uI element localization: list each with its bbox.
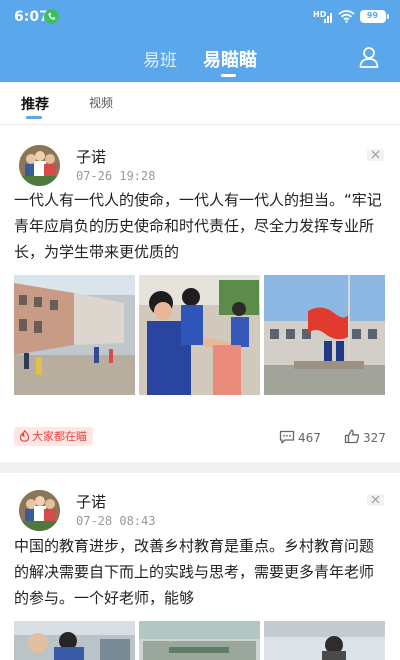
post-time: 07-28 08:43	[76, 514, 156, 528]
post-photo[interactable]	[139, 275, 260, 395]
avatar[interactable]	[19, 145, 60, 186]
wifi-icon	[338, 10, 355, 23]
post-text[interactable]: 中国的教育进步，改善乡村教育是重点。乡村教育问题的解决需要自下而上的实践与思考，…	[14, 533, 388, 611]
tab-recommended[interactable]: 推荐	[21, 94, 49, 114]
post-author[interactable]: 子诺	[76, 146, 106, 167]
close-icon[interactable]	[367, 494, 384, 506]
post-author[interactable]: 子诺	[76, 491, 106, 512]
battery-icon: 99	[360, 10, 389, 23]
tab-yimiaomiao[interactable]: 易瞄瞄	[203, 46, 257, 72]
fire-icon	[19, 430, 30, 442]
user-icon[interactable]	[359, 46, 379, 68]
close-icon[interactable]	[367, 149, 384, 161]
active-subtab-indicator	[26, 116, 42, 119]
trending-badge[interactable]: 大家都在瞄	[14, 427, 93, 446]
post-photo[interactable]	[139, 621, 260, 660]
phone-icon	[44, 9, 59, 24]
post-photo[interactable]	[14, 621, 135, 660]
comment-icon[interactable]	[279, 430, 295, 444]
post-photo[interactable]	[264, 275, 385, 395]
feed-post[interactable]: 子诺 07-28 08:43 中国的教育进步，改善乡村教育是重点。乡村教育问题的…	[0, 473, 400, 660]
avatar[interactable]	[19, 490, 60, 531]
tab-video[interactable]: 视频	[89, 94, 113, 111]
post-separator	[0, 462, 400, 473]
like-count: 327	[363, 431, 386, 445]
trending-label: 大家都在瞄	[32, 430, 87, 443]
tab-yiban[interactable]: 易班	[143, 46, 177, 71]
status-bar: 6:07 HD 99	[0, 0, 400, 34]
post-photo[interactable]	[264, 621, 385, 660]
post-photo[interactable]	[14, 275, 135, 395]
sub-tab-bar: 推荐 视频	[0, 82, 400, 124]
feed-post[interactable]: 子诺 07-26 19:28 一代人有一代人的使命，一代人有一代人的担当。“牢记…	[0, 125, 400, 462]
post-text[interactable]: 一代人有一代人的使命，一代人有一代人的担当。“牢记青年应肩负的历史使命和时代责任…	[14, 187, 388, 265]
app-header: 6:07 HD 99 易班 易瞄瞄	[0, 0, 400, 82]
signal-icon	[324, 13, 332, 23]
post-time: 07-26 19:28	[76, 169, 156, 183]
battery-level: 99	[366, 11, 379, 20]
like-icon[interactable]	[344, 429, 360, 444]
comment-count: 467	[298, 431, 321, 445]
active-tab-indicator	[221, 74, 236, 77]
